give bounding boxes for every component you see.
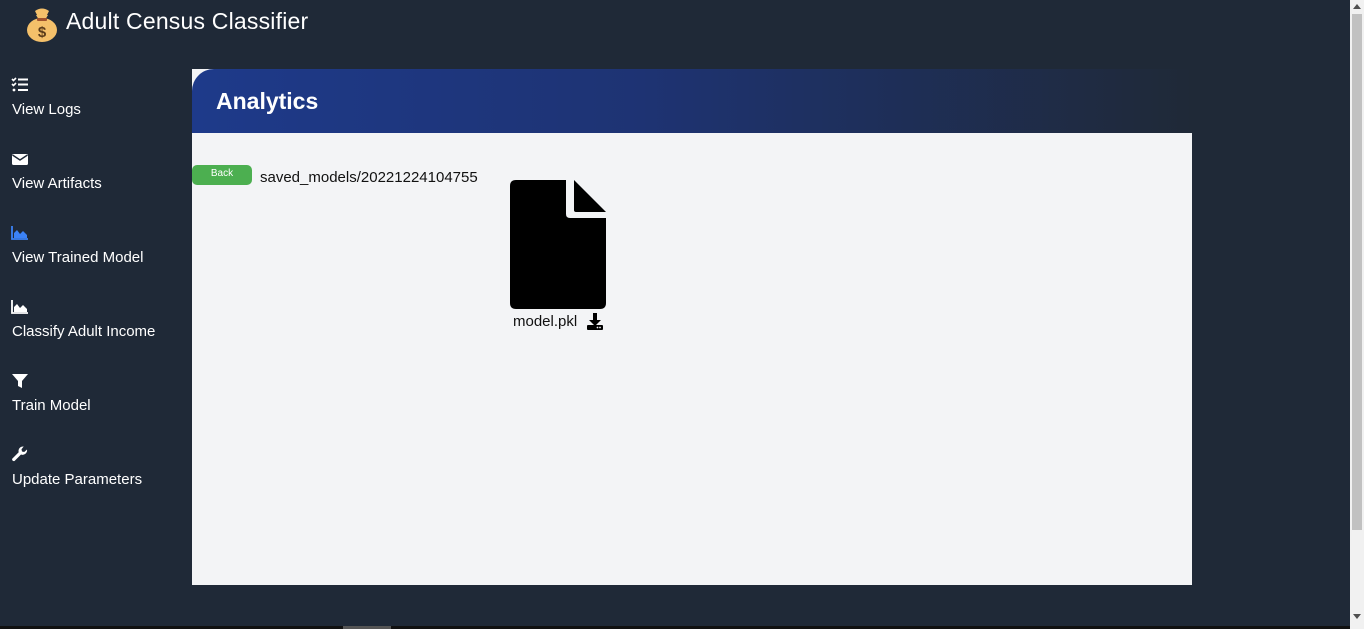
area-chart-icon — [11, 300, 28, 314]
envelope-icon — [12, 154, 28, 165]
sidebar-item-label: Classify Adult Income — [12, 323, 156, 340]
scrollbar-thumb[interactable] — [1352, 14, 1362, 530]
wrench-icon — [12, 446, 28, 462]
brand: $ Adult Census Classifier — [22, 2, 308, 44]
scroll-up-arrow-icon[interactable] — [1353, 4, 1361, 9]
main-panel: Analytics Back saved_models/202212241047… — [192, 69, 1192, 585]
sidebar-item-update-parameters[interactable]: Update Parameters — [0, 440, 192, 514]
app-root: $ Adult Census Classifier View Logs View… — [0, 0, 1350, 629]
area-chart-icon — [11, 226, 28, 240]
list-check-icon — [11, 77, 28, 92]
download-icon[interactable] — [586, 313, 604, 330]
filter-icon — [12, 374, 28, 388]
sidebar-item-label: View Artifacts — [12, 175, 102, 192]
sidebar-item-label: View Logs — [12, 101, 81, 118]
vertical-scrollbar[interactable] — [1350, 0, 1364, 629]
sidebar-item-view-artifacts[interactable]: View Artifacts — [0, 144, 192, 218]
sidebar-item-classify-adult-income[interactable]: Classify Adult Income — [0, 292, 192, 366]
page-title: Analytics — [216, 88, 319, 114]
sidebar-item-label: Train Model — [12, 397, 91, 414]
scroll-down-arrow-icon[interactable] — [1353, 614, 1361, 619]
sidebar-item-view-logs[interactable]: View Logs — [0, 70, 192, 144]
money-bag-icon: $ — [27, 8, 57, 42]
sidebar: View Logs View Artifacts View Trained Mo… — [0, 70, 192, 514]
svg-text:$: $ — [38, 24, 47, 41]
sidebar-item-label: View Trained Model — [12, 249, 144, 266]
sidebar-item-view-trained-model[interactable]: View Trained Model — [0, 218, 192, 292]
back-button[interactable]: Back — [192, 165, 252, 185]
main-header: Analytics — [192, 69, 1192, 133]
sidebar-item-train-model[interactable]: Train Model — [0, 366, 192, 440]
app-title: Adult Census Classifier — [66, 7, 309, 34]
sidebar-item-label: Update Parameters — [12, 471, 143, 488]
file-name: model.pkl — [513, 313, 578, 330]
breadcrumb-path: saved_models/20221224104755 — [260, 169, 478, 186]
file-icon — [510, 180, 606, 309]
